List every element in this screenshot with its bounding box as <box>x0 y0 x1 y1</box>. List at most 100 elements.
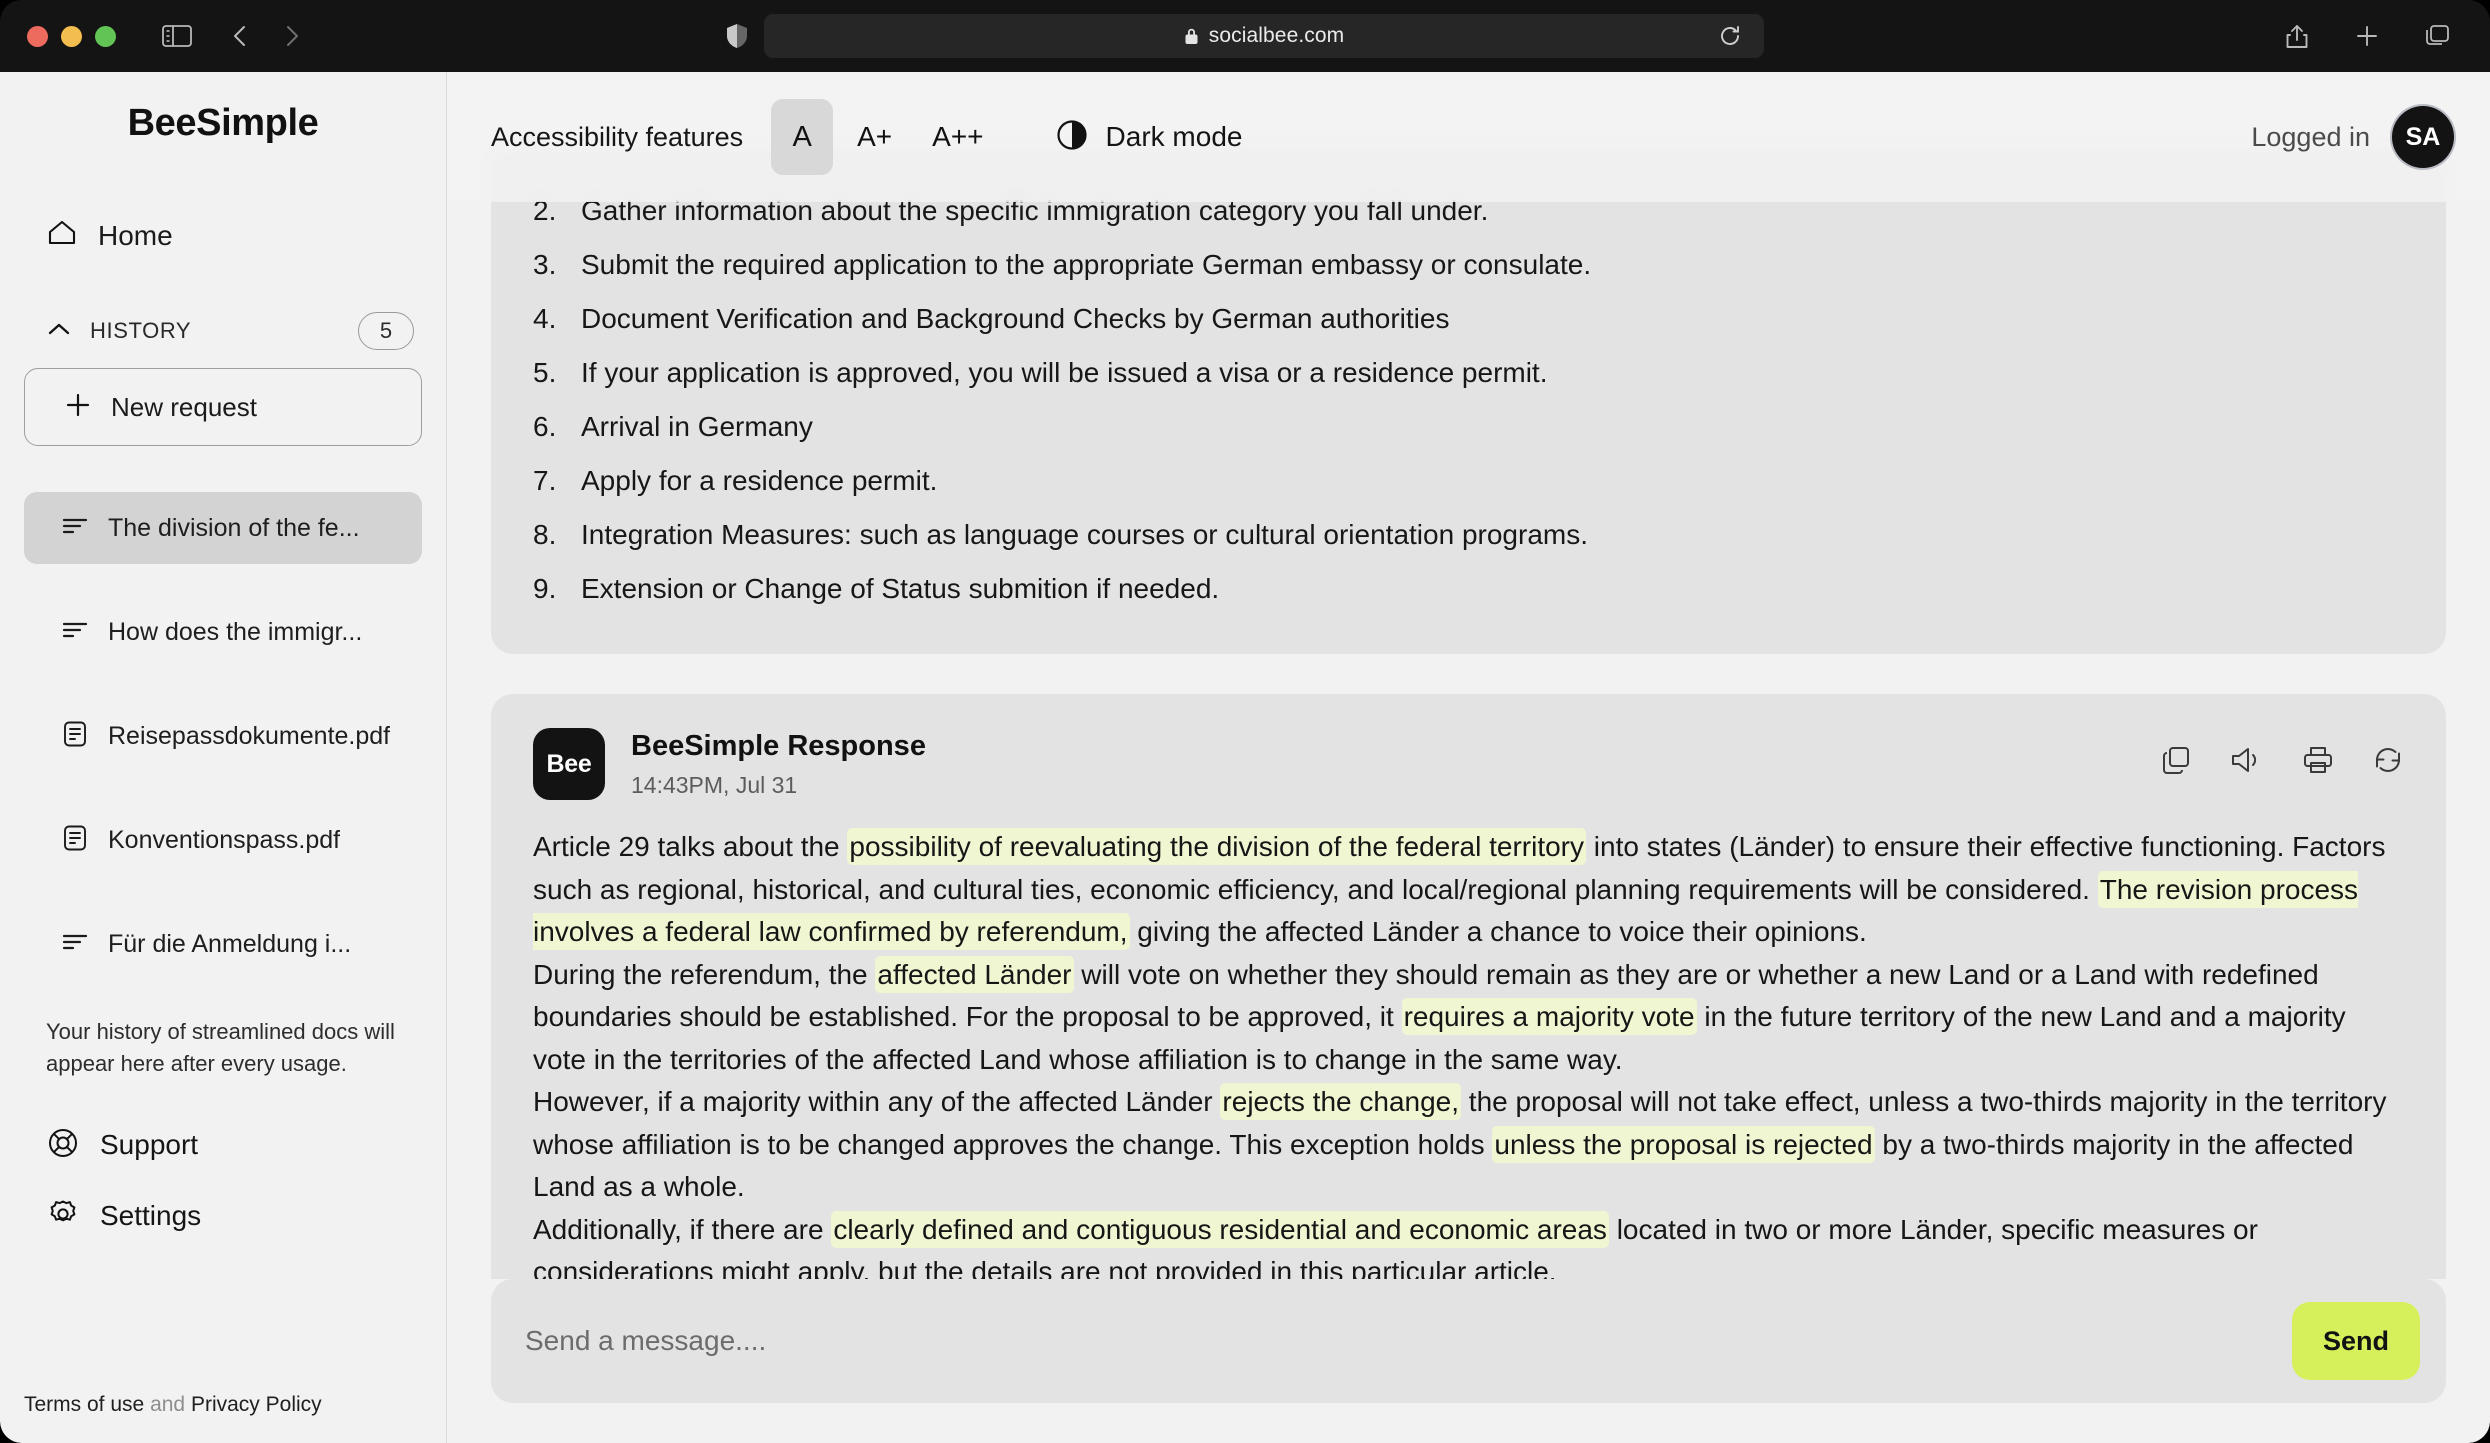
maximize-window-button[interactable] <box>95 25 116 47</box>
history-item-4-label: Für die Anmeldung i... <box>108 929 352 958</box>
history-item-2[interactable]: Reisepassdokumente.pdf <box>24 700 422 772</box>
step-text: Integration Measures: such as language c… <box>581 519 1588 550</box>
text-lines-icon <box>62 931 88 958</box>
send-button[interactable]: Send <box>2292 1302 2420 1380</box>
print-icon[interactable] <box>2302 744 2334 776</box>
main-content: Accessibility features A A+ A++ Dark mod… <box>447 72 2490 1443</box>
highlighted-text: rejects the change, <box>1220 1083 1462 1121</box>
regenerate-icon[interactable] <box>2372 744 2404 776</box>
sidebar-item-settings[interactable]: Settings <box>24 1197 422 1236</box>
text-lines-icon <box>62 515 88 542</box>
forward-arrow-icon[interactable] <box>278 23 304 49</box>
reload-icon[interactable] <box>1718 24 1742 48</box>
step-number: 7. <box>533 465 557 496</box>
legal-conjunction: and <box>150 1393 186 1416</box>
tab-overview-icon[interactable] <box>2424 23 2452 49</box>
terms-of-use-link[interactable]: Terms of use <box>24 1393 144 1416</box>
share-icon[interactable] <box>2284 22 2310 50</box>
history-item-3[interactable]: Konventionspass.pdf <box>24 804 422 876</box>
font-size-a-plus-plus-button[interactable]: A++ <box>916 99 999 175</box>
response-paragraph-3: Additionally, if there are clearly defin… <box>533 1209 2404 1279</box>
lock-icon <box>1184 27 1199 45</box>
history-item-3-label: Konventionspass.pdf <box>108 825 341 854</box>
steps-list: 2. Gather information about the specific… <box>533 184 2404 616</box>
font-size-a-button[interactable]: A <box>771 99 834 175</box>
minimize-window-button[interactable] <box>61 25 82 47</box>
step-number: 3. <box>533 249 557 280</box>
list-item: 3. Submit the required application to th… <box>533 238 2404 292</box>
plus-icon[interactable] <box>2354 23 2380 49</box>
address-bar-area: socialbee.com <box>0 14 2490 58</box>
step-text: If your application is approved, you wil… <box>581 357 1548 388</box>
copy-icon[interactable] <box>2160 744 2192 776</box>
list-item: 6. Arrival in Germany <box>533 400 2404 454</box>
new-request-button[interactable]: New request <box>24 368 422 446</box>
list-item: 5. If your application is approved, you … <box>533 346 2404 400</box>
list-item: 8. Integration Measures: such as languag… <box>533 508 2404 562</box>
response-title: BeeSimple Response <box>631 730 926 762</box>
browser-chrome: socialbee.com <box>0 0 2490 72</box>
text-run: Additionally, if there are <box>533 1213 832 1245</box>
response-header: Bee BeeSimple Response 14:43PM, Jul 31 <box>533 728 2404 800</box>
sidebar-item-support-label: Support <box>100 1129 199 1161</box>
sidebar: BeeSimple Home HISTORY 5 New request The… <box>0 72 447 1443</box>
browser-window: socialbee.com BeeSimple Home HISTORY 5 N… <box>0 0 2490 1443</box>
response-meta: BeeSimple Response 14:43PM, Jul 31 <box>631 728 926 799</box>
sidebar-bottom-nav: Support Settings <box>24 1126 422 1236</box>
highlighted-text: clearly defined and contiguous residenti… <box>831 1210 1609 1248</box>
response-timestamp: 14:43PM, Jul 31 <box>631 772 798 798</box>
step-text: Document Verification and Background Che… <box>581 303 1450 334</box>
sidebar-item-support[interactable]: Support <box>24 1126 422 1165</box>
step-number: 9. <box>533 573 557 604</box>
history-item-2-label: Reisepassdokumente.pdf <box>108 721 391 750</box>
window-traffic-lights <box>27 25 116 47</box>
step-text: Arrival in Germany <box>581 411 813 442</box>
response-body: Article 29 talks about the possibility o… <box>533 826 2404 1279</box>
page-content: BeeSimple Home HISTORY 5 New request The… <box>0 72 2490 1443</box>
history-list: The division of the fe... How does the i… <box>24 460 422 980</box>
step-number: 8. <box>533 519 557 550</box>
contrast-circle-icon <box>1056 119 1088 156</box>
dark-mode-toggle[interactable]: Dark mode <box>1056 119 1242 156</box>
list-item: 9. Extension or Change of Status submiti… <box>533 562 2404 616</box>
history-count-badge: 5 <box>358 312 414 350</box>
document-icon <box>62 824 88 857</box>
response-paragraph-1: During the referendum, the affected Länd… <box>533 954 2404 1082</box>
text-lines-icon <box>62 619 88 646</box>
chevron-up-icon[interactable] <box>46 320 72 343</box>
home-icon <box>46 217 78 254</box>
privacy-shield-icon[interactable] <box>726 23 748 49</box>
sidebar-item-home-label: Home <box>98 219 173 251</box>
avatar[interactable]: SA <box>2392 106 2454 168</box>
history-item-0[interactable]: The division of the fe... <box>24 492 422 564</box>
speaker-icon[interactable] <box>2230 744 2264 776</box>
message-composer: Send <box>491 1279 2446 1403</box>
history-item-1-label: How does the immigr... <box>108 617 363 646</box>
user-steps-card: 2. Gather information about the specific… <box>491 150 2446 654</box>
url-bar[interactable]: socialbee.com <box>764 14 1764 58</box>
assistant-avatar: Bee <box>533 728 605 800</box>
history-section-header[interactable]: HISTORY 5 <box>24 312 422 350</box>
sidebar-item-home[interactable]: Home <box>24 217 422 254</box>
highlighted-text: affected Länder <box>875 955 1074 993</box>
sidebar-item-settings-label: Settings <box>100 1200 202 1232</box>
response-paragraph-2: However, if a majority within any of the… <box>533 1081 2404 1209</box>
highlighted-text: possibility of reevaluating the division… <box>847 828 1587 865</box>
font-size-a-plus-button[interactable]: A+ <box>841 99 908 175</box>
history-item-1[interactable]: How does the immigr... <box>24 596 422 668</box>
close-window-button[interactable] <box>27 25 48 47</box>
highlighted-text: unless the proposal is rejected <box>1492 1125 1875 1163</box>
sidebar-toggle-icon[interactable] <box>162 24 192 48</box>
privacy-policy-link[interactable]: Privacy Policy <box>191 1393 322 1416</box>
chrome-right-actions <box>2284 22 2452 50</box>
composer-wrapper: Send <box>447 1279 2490 1443</box>
text-run: giving the affected Länder a chance to v… <box>1129 916 1867 948</box>
step-number: 6. <box>533 411 557 442</box>
message-input[interactable] <box>525 1325 2292 1357</box>
text-run: Article 29 talks about the <box>533 831 848 862</box>
back-arrow-icon[interactable] <box>228 23 254 49</box>
conversation-scroll-area[interactable]: 2. Gather information about the specific… <box>447 72 2490 1279</box>
history-item-4[interactable]: Für die Anmeldung i... <box>24 908 422 980</box>
app-logo: BeeSimple <box>127 102 319 144</box>
url-text: socialbee.com <box>1208 24 1345 47</box>
